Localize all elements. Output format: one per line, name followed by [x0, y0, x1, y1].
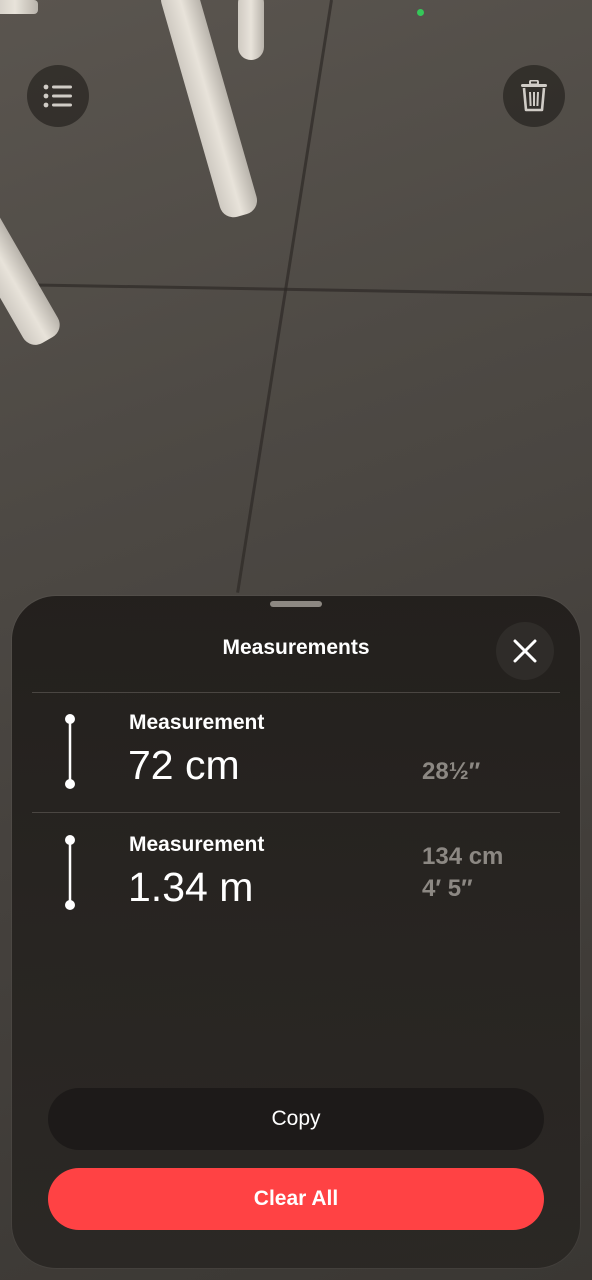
close-icon — [513, 639, 537, 663]
divider — [32, 692, 560, 693]
delete-button[interactable] — [503, 65, 565, 127]
chair-leg — [0, 0, 38, 14]
measurement-value: 72 cm — [128, 742, 240, 788]
measurement-row[interactable]: Measurement 1.34 m 134 cm 4′ 5″ — [12, 833, 580, 955]
floor-seam — [0, 282, 592, 297]
measurement-alt-value: 28½″ — [422, 758, 481, 785]
ruler-icon — [65, 835, 75, 910]
camera-indicator-dot — [417, 9, 424, 16]
sheet-grabber[interactable] — [270, 601, 322, 607]
clear-all-button[interactable]: Clear All — [48, 1168, 544, 1230]
measurement-value: 1.34 m — [128, 864, 254, 910]
measurements-sheet: Measurements Measurement 72 cm 28½″ Meas… — [12, 596, 580, 1268]
close-button[interactable] — [496, 622, 554, 680]
ruler-icon — [65, 714, 75, 789]
sheet-title: Measurements — [222, 636, 370, 659]
list-icon — [43, 84, 72, 108]
trash-icon — [521, 80, 547, 112]
divider — [32, 812, 560, 813]
measurement-row[interactable]: Measurement 72 cm 28½″ — [12, 711, 580, 834]
measurement-label: Measurement — [129, 711, 265, 734]
floor-seam — [236, 0, 333, 593]
copy-button[interactable]: Copy — [48, 1088, 544, 1150]
measurements-list-button[interactable] — [27, 65, 89, 127]
measurement-alt-value: 4′ 5″ — [422, 875, 473, 902]
measurement-alt-value: 134 cm — [422, 843, 504, 870]
measurement-label: Measurement — [129, 833, 265, 856]
chair-leg — [0, 200, 65, 350]
chair-leg — [238, 0, 264, 60]
